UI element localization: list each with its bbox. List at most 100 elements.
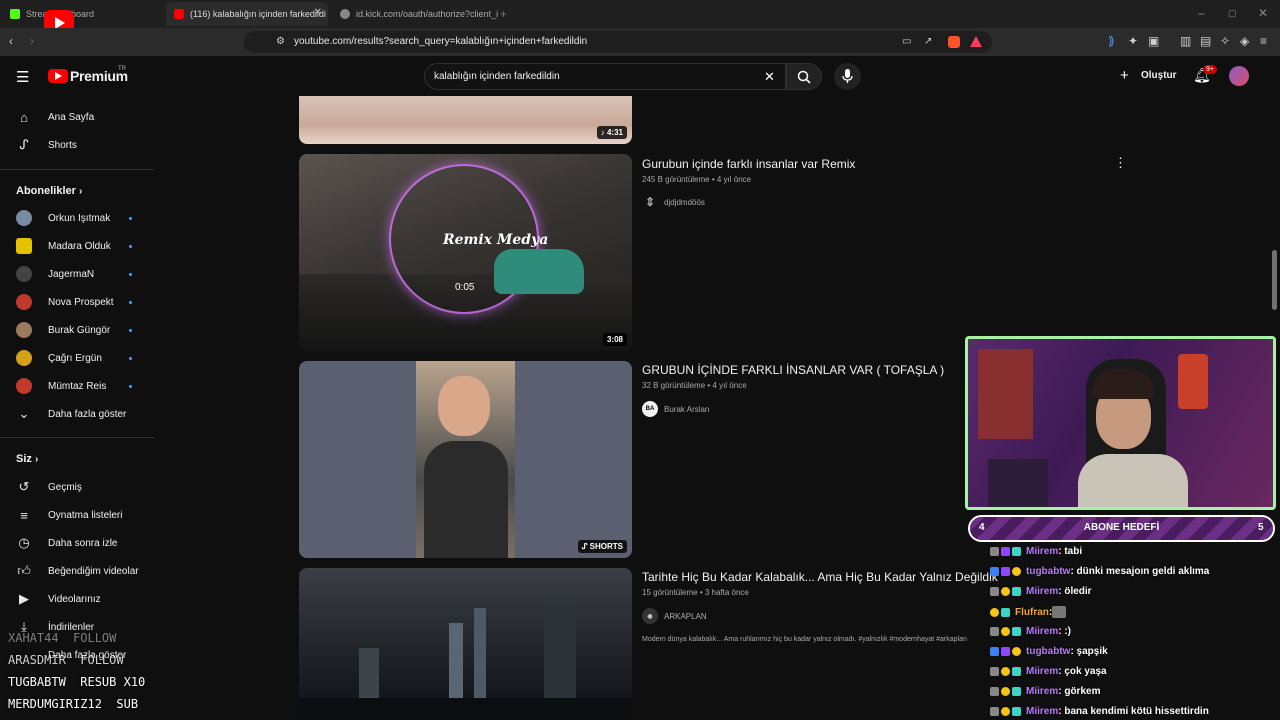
sidebar-item-history[interactable]: ↺ Geçmiş [0, 474, 154, 500]
sidebar-sub-nova[interactable]: Nova Prospekt [0, 289, 154, 315]
chat-text: : şapşik [1070, 646, 1108, 657]
channel-link[interactable]: BA Burak Arslan [642, 401, 709, 417]
chat-username: Miirem [1026, 666, 1059, 677]
video-description: Modern dünya kalabalık... Ama ruhlarımız… [642, 636, 967, 643]
sidebar-item-liked[interactable]: 👍︎ Beğendiğim videolar [0, 558, 154, 584]
video-thumbnail[interactable]: ♪ 4:31 [299, 96, 632, 144]
maximize-icon[interactable]: ▢ [1228, 6, 1237, 20]
shorts-frame [416, 361, 515, 558]
youtube-logo-icon[interactable] [48, 69, 68, 83]
sidebar-item-label: Oynatma listeleri [48, 509, 123, 521]
url-bar[interactable]: ⚙ youtube.com/results?search_query=kalab… [244, 31, 992, 53]
shorts-icon: ᔑ [581, 542, 590, 551]
video-meta: 32 B görüntüleme • 4 yıl önce [642, 381, 747, 390]
kick-icon [10, 9, 20, 19]
wallet-icon[interactable]: ▣ [1148, 34, 1159, 48]
page-scrollbar[interactable] [1272, 250, 1277, 310]
browser-tab-youtube[interactable]: (116) kalabalığın içinden farkedildi ✕ [166, 2, 328, 26]
minimize-icon[interactable]: – [1198, 6, 1205, 20]
sidebar-show-more[interactable]: ⌄ Daha fazla göster [0, 401, 154, 427]
extension-icon[interactable]: ⟫ [1108, 34, 1115, 48]
sidebar-sub-burak[interactable]: Burak Güngör [0, 317, 154, 343]
sidebar-toggle-icon[interactable]: ▥ [1180, 34, 1191, 48]
back-icon[interactable]: ‹ [9, 34, 13, 48]
sidebar-item-your-videos[interactable]: ▶ Videolarınız [0, 586, 154, 612]
vpn-icon[interactable]: ◈ [1240, 34, 1249, 48]
sidebar-item-home[interactable]: ⌂ Ana Sayfa [0, 104, 154, 130]
brave-rewards-icon[interactable] [970, 36, 982, 47]
forward-icon[interactable]: › [30, 34, 34, 48]
puzzle-icon[interactable]: ✦ [1128, 34, 1138, 48]
brave-shield-icon[interactable] [948, 36, 960, 48]
stream-alert: TUGBABTW RESUB X10 [8, 675, 146, 689]
desk-items [988, 459, 1048, 507]
channel-name: djdjdmdöös [664, 197, 705, 207]
duration-badge: ♪ 4:31 [596, 126, 627, 139]
close-tab-icon[interactable]: ✕ [314, 7, 322, 18]
video-icon: ▶ [19, 591, 29, 606]
sidebar-item-label: Ana Sayfa [48, 111, 95, 123]
chat-message: tugbabtw: şapşik [990, 646, 1108, 657]
leo-icon[interactable]: ✧ [1220, 34, 1230, 48]
video-title[interactable]: Tarihte Hiç Bu Kadar Kalabalık... Ama Hi… [642, 570, 998, 584]
chat-text: : görkem [1058, 686, 1101, 697]
sidebar-sub-mumtaz[interactable]: Mümtaz Reis [0, 373, 154, 399]
jersey-shape [1178, 354, 1208, 409]
sidebar-item-watch-later[interactable]: ◷ Daha sonra izle [0, 530, 154, 556]
playlist-icon: ≡ [20, 507, 28, 523]
video-thumbnail[interactable]: Remix Medya 0:05 3:08 [299, 154, 632, 351]
channel-avatar [16, 322, 32, 338]
video-title[interactable]: GRUBUN İÇİNDE FARKLI İNSANLAR VAR ( TOFA… [642, 363, 944, 377]
create-button[interactable]: Oluştur [1141, 70, 1177, 81]
subscriptions-heading[interactable]: Abonelikler › [16, 185, 82, 197]
chat-text: : bana kendimi kötü hissettirdin [1058, 706, 1209, 717]
sidebar-sub-jagerman[interactable]: JagermaN [0, 261, 154, 287]
shorts-icon: ᔑ [19, 137, 29, 152]
you-heading[interactable]: Siz › [16, 453, 38, 465]
car-shape [494, 249, 584, 294]
video-title[interactable]: Gurubun içinde farklı insanlar var Remix [642, 157, 855, 171]
channel-link[interactable]: ⇕ djdjdmdöös [642, 194, 705, 210]
account-avatar[interactable] [1229, 66, 1249, 86]
sidebar-item-label: JagermaN [48, 268, 95, 280]
wallet2-icon[interactable]: ▤ [1200, 34, 1211, 48]
chat-text: : çok yaşa [1058, 666, 1107, 677]
new-tab-icon[interactable]: + [500, 7, 507, 21]
sidebar-sub-cagri[interactable]: Çağrı Ergün [0, 345, 154, 371]
sidebar-sub-orkun[interactable]: Orkun Işıtmak [0, 205, 154, 231]
cast-icon[interactable]: ▭ [902, 35, 911, 49]
thumbnail-overlay-time: 0:05 [455, 282, 475, 293]
channel-link[interactable]: ◉ ARKAPLAN [642, 608, 707, 624]
channel-avatar [16, 210, 32, 226]
chat-message: Miirem: tabi [990, 546, 1082, 557]
notification-badge: 9+ [1203, 65, 1217, 74]
chevron-right-icon: › [78, 186, 83, 197]
search-button[interactable] [786, 63, 822, 90]
more-vert-icon[interactable]: ⋮ [1114, 155, 1127, 171]
create-plus-icon[interactable]: + [1120, 67, 1129, 84]
site-info-icon[interactable]: ⚙ [276, 35, 285, 49]
browser-tab-kick-oauth[interactable]: id.kick.com/oauth/authorize?client_i... [332, 2, 498, 26]
hamburger-icon[interactable]: ☰ [16, 68, 29, 86]
stream-chat-overlay: Miirem: tabi tugbabtw: dünki mesajoın ge… [990, 544, 1280, 720]
video-thumbnail[interactable]: ᔑ SHORTS [299, 361, 632, 558]
shorts-badge-text: SHORTS [589, 542, 623, 551]
share-icon[interactable]: ↗ [924, 35, 932, 49]
hair-shape [1092, 369, 1154, 399]
history-icon: ↺ [18, 479, 30, 494]
sidebar-item-playlists[interactable]: ≡ Oynatma listeleri [0, 502, 154, 528]
video-meta: 15 görüntüleme • 3 hafta önce [642, 588, 749, 597]
sidebar-item-label: Madara Olduk [48, 240, 111, 252]
menu-icon[interactable]: ≡ [1260, 34, 1267, 48]
voice-search-button[interactable] [834, 63, 861, 90]
close-window-icon[interactable]: ✕ [1258, 6, 1268, 20]
sidebar-item-shorts[interactable]: ᔑ Shorts [0, 132, 154, 158]
video-thumbnail[interactable] [299, 568, 632, 720]
sidebar-sub-madara[interactable]: Madara Olduk [0, 233, 154, 259]
browser-tab-dashboard[interactable]: Strea Dashboard [2, 2, 162, 26]
browser-tabbar: Strea Dashboard (116) kalabalığın içinde… [0, 0, 1280, 36]
clear-search-icon[interactable]: ✕ [764, 69, 775, 85]
chat-username: tugbabtw [1026, 646, 1071, 657]
search-input[interactable]: kalablığın içinden farkedildin ✕ [424, 63, 786, 90]
stream-alert: XAHAT44 FOLLOW [8, 631, 117, 645]
